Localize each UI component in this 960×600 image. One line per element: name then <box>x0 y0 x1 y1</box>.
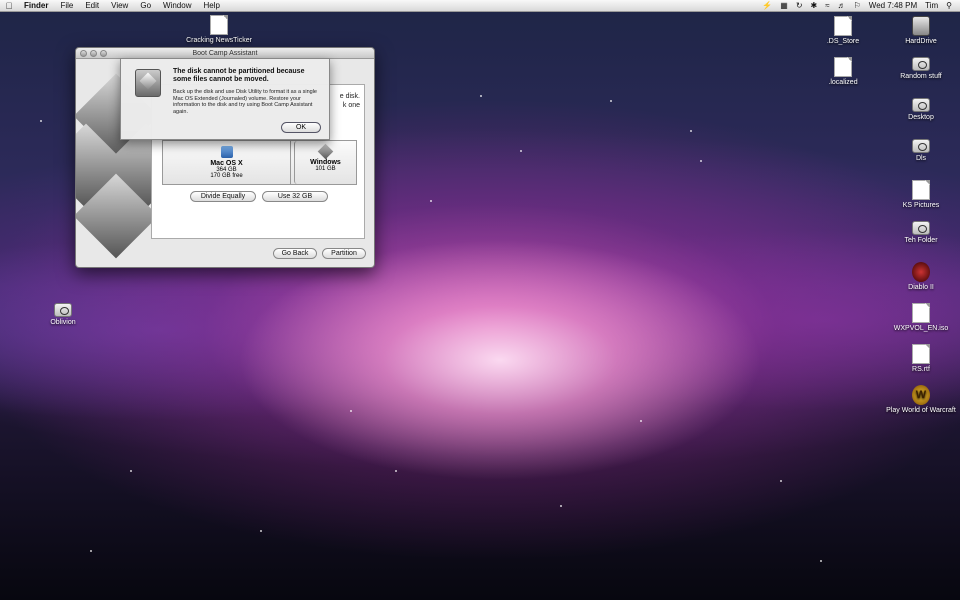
mac-partition-name: Mac OS X <box>210 160 243 167</box>
spotlight-icon[interactable]: ⚲ <box>946 1 952 10</box>
instructions-text: e disk. <box>339 93 360 100</box>
alert-title: The disk cannot be partitioned because s… <box>173 68 305 83</box>
hard-drive-icon <box>912 16 930 36</box>
zoom-button[interactable] <box>100 50 107 57</box>
disk-image-icon <box>912 303 930 323</box>
window-controls <box>80 50 107 57</box>
desktop-icon-label: Teh Folder <box>904 237 938 244</box>
desktop-icon-label: WXPVOL_EN.iso <box>893 325 949 332</box>
clock[interactable]: Wed 7:48 PM <box>869 1 917 10</box>
divide-equally-button[interactable]: Divide Equally <box>190 191 256 202</box>
menu-go[interactable]: Go <box>134 1 157 10</box>
desktop-icon-label: .DS_Store <box>826 38 860 45</box>
desktop-icon-ds-store[interactable]: .DS_Store <box>808 16 878 45</box>
ok-button[interactable]: OK <box>281 122 321 133</box>
stack-icon[interactable]: ▦ <box>780 1 788 10</box>
desktop-icon-label: Cracking NewsTicker <box>186 37 252 44</box>
close-button[interactable] <box>80 50 87 57</box>
menu-file[interactable]: File <box>54 1 79 10</box>
desktop-icon-diablo[interactable]: Diablo II <box>886 262 956 291</box>
document-icon <box>834 16 852 36</box>
mac-partition: Mac OS X 364 GB 170 GB free <box>163 141 291 184</box>
drive-icon <box>912 221 930 235</box>
menu-bar:  Finder File Edit View Go Window Help ⚡… <box>0 0 960 12</box>
boot-camp-alert-icon <box>135 69 161 97</box>
minimize-button[interactable] <box>90 50 97 57</box>
menu-edit[interactable]: Edit <box>79 1 105 10</box>
go-back-button[interactable]: Go Back <box>273 248 317 259</box>
menu-help[interactable]: Help <box>197 1 225 10</box>
desktop-icon-oblivion[interactable]: Oblivion <box>28 303 98 326</box>
desktop-icon-label: HardDrive <box>905 38 937 45</box>
instructions-text: k one <box>342 102 360 109</box>
desktop-icon-label: RS.rtf <box>912 366 930 373</box>
mac-partition-free: 170 GB free <box>210 173 243 179</box>
bluetooth-icon[interactable]: ✱ <box>811 1 818 10</box>
desktop-icon-label: .localized <box>828 79 858 86</box>
drive-icon <box>54 303 72 317</box>
window-title: Boot Camp Assistant <box>192 50 258 57</box>
drive-icon <box>912 98 930 112</box>
error-alert: The disk cannot be partitioned because s… <box>120 58 330 140</box>
flag-icon[interactable]: ⚐ <box>854 1 861 10</box>
desktop-icon-iso[interactable]: WXPVOL_EN.iso <box>886 303 956 332</box>
desktop-icon-label: Dls <box>915 155 927 162</box>
desktop-icon-label: Oblivion <box>50 319 76 326</box>
desktop-icon-ks-pictures[interactable]: KS Pictures <box>886 180 956 209</box>
desktop-icon-random-stuff[interactable]: Random stuff <box>886 57 956 80</box>
windows-icon <box>317 143 334 160</box>
windows-partition-name: Windows <box>310 159 341 166</box>
windows-partition: Windows 101 GB <box>294 141 356 184</box>
document-icon <box>912 344 930 364</box>
apple-menu-icon[interactable]:  <box>0 1 18 11</box>
document-icon <box>834 57 852 77</box>
volume-icon[interactable]: ♬ <box>838 1 846 10</box>
partition-button[interactable]: Partition <box>322 248 366 259</box>
desktop-icon-teh-folder[interactable]: Teh Folder <box>886 221 956 244</box>
warcraft-icon: W <box>912 385 930 405</box>
desktop-icon-desktop[interactable]: Desktop <box>886 98 956 121</box>
wifi-icon[interactable]: ≈ <box>825 1 829 10</box>
time-machine-icon[interactable]: ↻ <box>796 1 803 10</box>
alert-message: Back up the disk and use Disk Utility to… <box>173 89 317 115</box>
partition-slider[interactable]: Mac OS X 364 GB 170 GB free Windows 101 … <box>162 140 357 185</box>
desktop-icon-label: Diablo II <box>908 284 934 291</box>
document-icon <box>210 15 228 35</box>
use-32gb-button[interactable]: Use 32 GB <box>262 191 328 202</box>
desktop-icon-rs-rtf[interactable]: RS.rtf <box>886 344 956 373</box>
diablo-icon <box>912 262 930 282</box>
menu-extras: ⚡ ▦ ↻ ✱ ≈ ♬ ⚐ Wed 7:48 PM Tim ⚲ <box>762 1 960 10</box>
desktop-icon-label: Desktop <box>908 114 934 121</box>
desktop-icon-label: Random stuff <box>900 73 942 80</box>
desktop-icon-label: KS Pictures <box>902 202 940 209</box>
menu-view[interactable]: View <box>105 1 134 10</box>
alias-document-icon <box>912 180 930 200</box>
mac-os-icon <box>220 146 233 158</box>
drive-icon <box>912 139 930 153</box>
desktop-icon-newsticker[interactable]: Cracking NewsTicker <box>184 15 254 44</box>
drive-icon <box>912 57 930 71</box>
menu-finder[interactable]: Finder <box>18 1 54 10</box>
desktop-icon-dls[interactable]: Dls <box>886 139 956 162</box>
desktop-icon-wow[interactable]: W Play World of Warcraft <box>886 385 956 414</box>
desktop-icon-localized[interactable]: .localized <box>808 57 878 86</box>
desktop-icon-label: Play World of Warcraft <box>886 407 956 414</box>
windows-partition-size: 101 GB <box>315 166 336 172</box>
menu-window[interactable]: Window <box>157 1 197 10</box>
desktop-icon-harddrive[interactable]: HardDrive <box>886 16 956 45</box>
script-icon[interactable]: ⚡ <box>762 1 772 10</box>
user-name[interactable]: Tim <box>925 1 938 10</box>
